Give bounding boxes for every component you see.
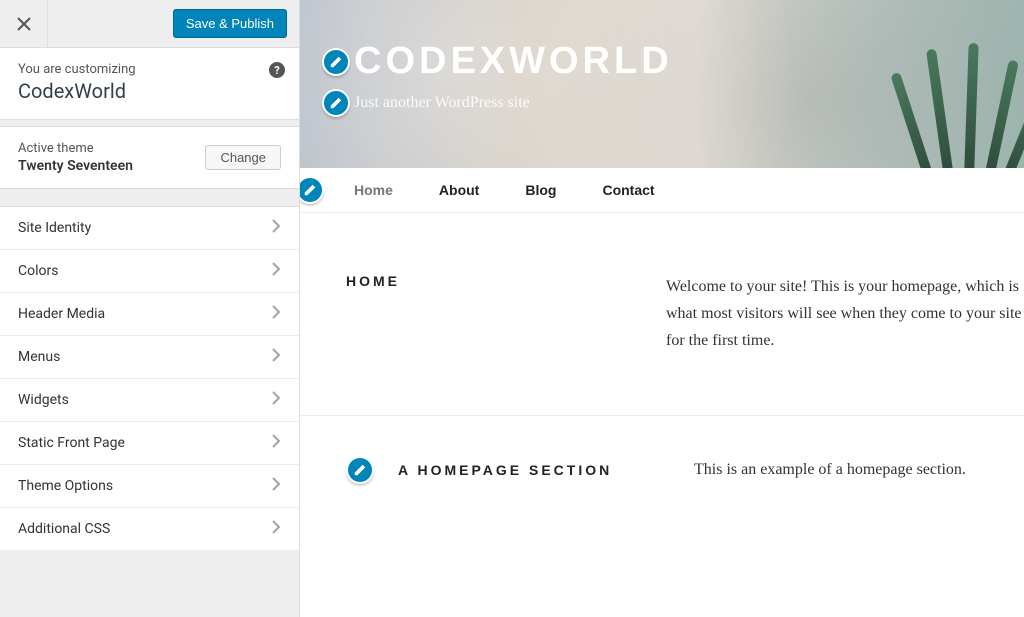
nav-blog[interactable]: Blog — [525, 182, 556, 198]
panel-label: Theme Options — [18, 478, 113, 494]
close-button[interactable] — [0, 0, 48, 48]
front-section-homepage-section: A HOMEPAGE SECTION This is an example of… — [300, 416, 1024, 524]
pencil-icon — [329, 55, 343, 69]
panel-label: Colors — [18, 263, 58, 279]
panel-site-identity[interactable]: Site Identity — [0, 207, 299, 250]
chevron-right-icon — [271, 477, 281, 495]
customizer-panels: Site Identity Colors Header Media Menus … — [0, 207, 299, 551]
panel-theme-options[interactable]: Theme Options — [0, 465, 299, 508]
customize-info: You are customizing CodexWorld ? — [0, 48, 299, 119]
pencil-icon — [303, 183, 317, 197]
primary-nav: Home About Blog Contact — [300, 168, 1024, 213]
section-body: This is an example of a homepage section… — [694, 456, 1024, 483]
chevron-right-icon — [271, 262, 281, 280]
panel-label: Header Media — [18, 306, 105, 322]
section-body: Welcome to your site! This is your homep… — [666, 273, 1024, 355]
panel-additional-css[interactable]: Additional CSS — [0, 508, 299, 551]
panel-header-media[interactable]: Header Media — [0, 293, 299, 336]
panel-widgets[interactable]: Widgets — [0, 379, 299, 422]
chevron-right-icon — [271, 391, 281, 409]
chevron-right-icon — [271, 219, 281, 237]
panel-label: Static Front Page — [18, 435, 125, 451]
section-heading: HOME — [346, 273, 666, 355]
close-icon — [17, 17, 31, 31]
panel-label: Widgets — [18, 392, 69, 408]
site-tagline[interactable]: Just another WordPress site — [354, 94, 530, 112]
edit-shortcut-nav[interactable] — [300, 176, 324, 204]
active-theme-name: Twenty Seventeen — [18, 158, 133, 174]
panel-label: Site Identity — [18, 220, 91, 236]
sidebar-header: Save & Publish — [0, 0, 299, 48]
pencil-icon — [329, 96, 343, 110]
nav-about[interactable]: About — [439, 182, 479, 198]
panel-colors[interactable]: Colors — [0, 250, 299, 293]
customizing-site-name: CodexWorld — [18, 79, 281, 103]
chevron-right-icon — [271, 305, 281, 323]
customizer-sidebar: Save & Publish You are customizing Codex… — [0, 0, 300, 617]
front-section-home: HOME Welcome to your site! This is your … — [300, 213, 1024, 415]
site-title[interactable]: CODEXWORLD — [354, 40, 673, 83]
active-theme-row: Active theme Twenty Seventeen Change — [0, 127, 299, 189]
site-preview: CODEXWORLD Just another WordPress site H… — [300, 0, 1024, 617]
hero-header: CODEXWORLD Just another WordPress site — [300, 0, 1024, 168]
panel-label: Menus — [18, 349, 60, 365]
divider — [0, 189, 299, 207]
section-heading: A HOMEPAGE SECTION — [398, 462, 694, 478]
pencil-icon — [353, 463, 367, 477]
chevron-right-icon — [271, 434, 281, 452]
panel-label: Additional CSS — [18, 521, 110, 537]
save-publish-button[interactable]: Save & Publish — [173, 9, 287, 38]
chevron-right-icon — [271, 348, 281, 366]
customizing-label: You are customizing — [18, 62, 281, 77]
edit-shortcut-title[interactable] — [322, 48, 350, 76]
divider — [0, 119, 299, 127]
edit-shortcut-tagline[interactable] — [322, 89, 350, 117]
change-theme-button[interactable]: Change — [205, 145, 281, 170]
chevron-right-icon — [271, 520, 281, 538]
help-icon[interactable]: ? — [269, 62, 285, 78]
panel-menus[interactable]: Menus — [0, 336, 299, 379]
panel-static-front-page[interactable]: Static Front Page — [0, 422, 299, 465]
nav-contact[interactable]: Contact — [602, 182, 654, 198]
nav-home[interactable]: Home — [354, 182, 393, 198]
active-theme-label: Active theme — [18, 141, 133, 156]
edit-shortcut-section[interactable] — [346, 456, 374, 484]
